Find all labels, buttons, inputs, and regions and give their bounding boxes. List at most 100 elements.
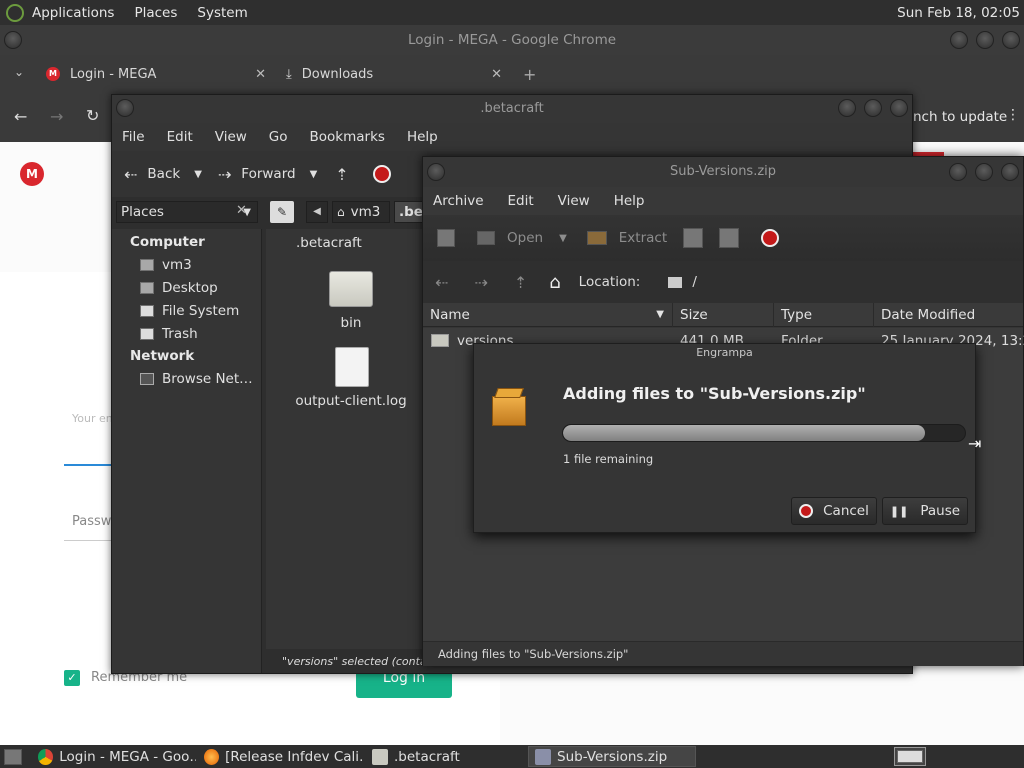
maximize-button[interactable]: [975, 163, 993, 181]
menu-archive[interactable]: Archive: [433, 193, 484, 209]
close-button[interactable]: [890, 99, 908, 117]
path-button-betacraft[interactable]: .bet: [394, 201, 424, 223]
column-size[interactable]: Size: [673, 303, 774, 327]
extract-icon[interactable]: [586, 231, 607, 245]
tab-close-icon[interactable]: ✕: [491, 67, 502, 82]
edit-location-icon[interactable]: ✎: [270, 201, 294, 223]
home-icon[interactable]: ⌂: [549, 272, 560, 293]
window-menu-button[interactable]: [4, 31, 22, 49]
system-menu[interactable]: System: [197, 5, 247, 21]
add-files-icon[interactable]: [683, 228, 704, 248]
applications-menu[interactable]: Applications: [32, 5, 114, 21]
file-name: bin: [340, 315, 362, 331]
minimize-button[interactable]: [950, 31, 968, 49]
mate-logo-icon[interactable]: [6, 3, 24, 22]
relaunch-to-update-button[interactable]: nch to update: [913, 109, 1007, 125]
progress-bar: [562, 424, 966, 442]
menu-file[interactable]: File: [122, 129, 145, 145]
taskbar-label: [Release Infdev Cali…: [225, 748, 364, 765]
menu-view[interactable]: View: [215, 129, 247, 145]
menu-view[interactable]: View: [558, 193, 590, 209]
password-field[interactable]: Passw: [72, 514, 111, 529]
up-icon[interactable]: ⇡: [514, 273, 527, 292]
chrome-menu-icon[interactable]: ⋮: [1006, 107, 1020, 123]
open-button[interactable]: Open: [507, 230, 543, 246]
show-desktop-icon[interactable]: [4, 748, 22, 765]
menu-edit[interactable]: Edit: [167, 129, 193, 145]
minimize-button[interactable]: [949, 163, 967, 181]
open-icon[interactable]: [477, 231, 495, 245]
forward-history-icon[interactable]: ▼: [310, 169, 318, 180]
menu-bookmarks[interactable]: Bookmarks: [310, 129, 385, 145]
taskbar-item-sub-versions[interactable]: Sub-Versions.zip: [528, 746, 696, 767]
workspace-switcher[interactable]: [894, 747, 926, 766]
sidebar-item-label: vm3: [162, 256, 192, 273]
tab-close-icon[interactable]: ✕: [255, 67, 266, 82]
up-icon[interactable]: ⇡: [335, 165, 348, 184]
taskbar-item-betacraft[interactable]: .betacraft: [366, 746, 526, 767]
column-type[interactable]: Type: [774, 303, 874, 327]
remember-me-checkbox[interactable]: ✓: [64, 670, 80, 686]
sidebar-item-vm3[interactable]: vm3: [112, 253, 261, 276]
sidebar-item-file-system[interactable]: File System: [112, 299, 261, 322]
pause-button[interactable]: ❚❚ Pause: [882, 497, 968, 525]
stop-icon[interactable]: [761, 229, 780, 247]
new-tab-icon[interactable]: +: [523, 65, 536, 84]
path-button-vm3[interactable]: ⌂ vm3: [332, 201, 390, 223]
maximize-button[interactable]: [976, 31, 994, 49]
forward-icon[interactable]: ⇢: [474, 273, 487, 292]
path-back-icon[interactable]: ◀: [306, 201, 328, 223]
menubar: File Edit View Go Bookmarks Help: [112, 123, 912, 151]
extract-button[interactable]: Extract: [619, 230, 667, 246]
new-archive-icon[interactable]: [437, 229, 455, 247]
column-name[interactable]: Name ▼: [423, 303, 673, 327]
tab-login-mega[interactable]: M Login - MEGA ✕: [46, 61, 266, 87]
forward-icon[interactable]: →: [50, 107, 63, 126]
taskbar-item-chrome[interactable]: Login - MEGA - Goo…: [32, 746, 196, 767]
back-history-icon[interactable]: ▼: [194, 169, 202, 180]
menu-help[interactable]: Help: [407, 129, 438, 145]
close-button[interactable]: [1001, 163, 1019, 181]
window-menu-button[interactable]: [116, 99, 134, 117]
add-folder-icon[interactable]: [719, 228, 740, 248]
tab-search-icon[interactable]: ⌄: [14, 65, 24, 79]
taskbar-item-firefox[interactable]: [Release Infdev Cali…: [198, 746, 364, 767]
sidebar-item-desktop[interactable]: Desktop: [112, 276, 261, 299]
maximize-button[interactable]: [864, 99, 882, 117]
current-folder-label: .betacraft: [296, 235, 362, 251]
desktop-icon: [140, 281, 154, 294]
places-menu[interactable]: Places: [134, 5, 177, 21]
cancel-button[interactable]: Cancel: [791, 497, 877, 525]
menu-go[interactable]: Go: [269, 129, 288, 145]
open-dropdown-icon[interactable]: ▼: [559, 233, 567, 244]
sidebar-item-trash[interactable]: Trash: [112, 322, 261, 345]
location-path[interactable]: /: [692, 274, 697, 290]
minimize-button[interactable]: [838, 99, 856, 117]
back-icon[interactable]: ⇠: [435, 273, 448, 292]
menu-help[interactable]: Help: [614, 193, 645, 209]
file-item-output-client-log[interactable]: output-client.log: [295, 345, 407, 415]
column-date-modified[interactable]: Date Modified: [874, 303, 1024, 327]
stop-icon[interactable]: [372, 165, 391, 183]
pause-label: Pause: [920, 503, 961, 519]
email-field[interactable]: Your en: [72, 412, 113, 425]
clock[interactable]: Sun Feb 18, 02:05: [897, 5, 1020, 21]
file-item-bin[interactable]: bin: [296, 267, 406, 337]
window-title: Sub-Versions.zip: [423, 157, 1023, 187]
toolbar: Open ▼ Extract: [423, 215, 1023, 261]
back-icon[interactable]: ⇠: [124, 165, 137, 184]
window-menu-button[interactable]: [427, 163, 445, 181]
close-sidebar-icon[interactable]: ✕: [236, 203, 247, 218]
menu-edit[interactable]: Edit: [508, 193, 534, 209]
mega-logo-icon[interactable]: M: [20, 162, 44, 186]
close-button[interactable]: [1002, 31, 1020, 49]
back-icon[interactable]: ←: [14, 107, 27, 126]
network-icon: [140, 372, 154, 385]
forward-button[interactable]: Forward: [241, 166, 295, 182]
back-button[interactable]: Back: [147, 166, 180, 182]
reload-icon[interactable]: ↻: [86, 106, 99, 125]
workspace-1[interactable]: [897, 750, 923, 763]
sidebar-item-browse-network[interactable]: Browse Net…: [112, 367, 261, 390]
forward-icon[interactable]: ⇢: [218, 165, 231, 184]
tab-downloads[interactable]: ⤓ Downloads ✕: [286, 61, 502, 87]
